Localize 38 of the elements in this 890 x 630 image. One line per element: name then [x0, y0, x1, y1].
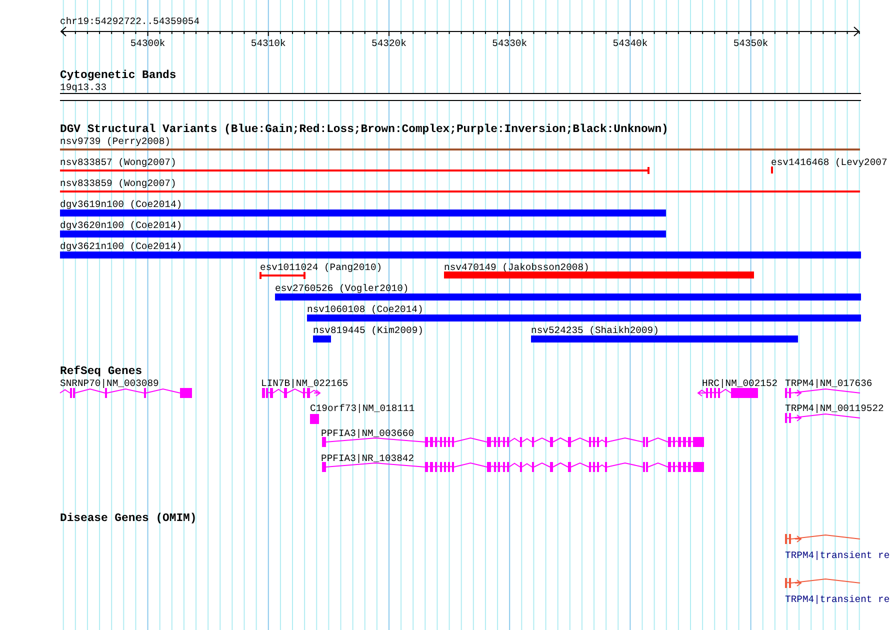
- variant-label: dgv3621n100 (Coe2014): [60, 241, 182, 252]
- gene-label: C19orf73|NM_018111: [310, 403, 415, 414]
- track-title: Cytogenetic Bands: [60, 70, 176, 82]
- variant-label: nsv470149 (Jakobsson2008): [444, 262, 590, 273]
- variant-label: esv2760526 (Vogler2010): [275, 283, 409, 294]
- disease-gene-label: TRPM4|transient re: [785, 550, 890, 561]
- tick-label: 54310k: [250, 38, 286, 49]
- genome-range: chr19:54292722..54359054: [60, 16, 200, 27]
- variant-label: nsv9739 (Perry2008): [60, 136, 170, 147]
- variant-label: nsv524235 (Shaikh2009): [531, 325, 659, 336]
- tick-label: 54350k: [733, 38, 768, 49]
- band-label: 19q13.33: [60, 82, 107, 93]
- disease-gene-label: TRPM4|transient re: [785, 594, 890, 605]
- track-title: RefSeq Genes: [60, 366, 142, 378]
- gene-model-drawing: [262, 388, 321, 398]
- gene-label: TRPM4|NM_017636: [785, 378, 872, 389]
- gene-label: LIN7B|NM_022165: [261, 378, 348, 389]
- variant-label: esv1011024 (Pang2010): [260, 262, 382, 273]
- tick-label: 54340k: [612, 38, 648, 49]
- gene-label: PPFIA3|NR_103842: [321, 453, 414, 464]
- track-title: Disease Genes (OMIM): [60, 513, 197, 525]
- variant-label: nsv833857 (Wong2007): [60, 157, 176, 168]
- variant-label: esv1416468 (Levy2007: [771, 157, 888, 168]
- variant-label: dgv3619n100 (Coe2014): [60, 199, 182, 210]
- variant-label: nsv833859 (Wong2007): [60, 178, 176, 189]
- variant-label: nsv819445 (Kim2009): [313, 325, 424, 336]
- tick-label: 54320k: [372, 38, 406, 49]
- variant-label: nsv1060108 (Coe2014): [307, 304, 424, 315]
- track-title: DGV Structural Variants (Blue:Gain;Red:Loss;Brown:Complex;Purple:Inversion;Black:Unknown): [60, 124, 668, 136]
- gene-model-drawing: [697, 388, 758, 398]
- gene-label: HRC|NM_002152: [702, 378, 778, 389]
- variant-label: dgv3620n100 (Coe2014): [60, 220, 182, 231]
- gene-model-drawing: [310, 414, 319, 424]
- gene-label: PPFIA3|NM_003660: [321, 428, 414, 439]
- tick-label: 54330k: [492, 38, 528, 49]
- gene-label: TRPM4|NM_00119522: [785, 403, 884, 414]
- gene-label: SNRNP70|NM_003089: [60, 378, 159, 389]
- tick-label: 54300k: [130, 38, 166, 49]
